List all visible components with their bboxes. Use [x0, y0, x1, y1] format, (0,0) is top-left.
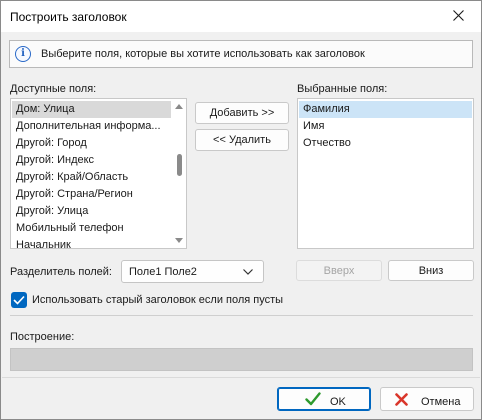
scroll-thumb[interactable] [177, 154, 182, 176]
info-bar: i Выберите поля, которые вы хотите испол… [9, 40, 473, 68]
list-item[interactable]: Другой: Город [12, 135, 171, 152]
close-icon [453, 10, 464, 21]
build-label: Построение: [10, 331, 75, 343]
selected-fields-list[interactable]: Фамилия Имя Отчество [297, 98, 474, 249]
ok-button[interactable]: OK [277, 387, 371, 411]
available-fields-list[interactable]: Дом: Улица Дополнительная информа... Дру… [10, 98, 187, 249]
available-fields-label: Доступные поля: [10, 83, 97, 95]
list-item[interactable]: Другой: Индекс [12, 152, 171, 169]
chevron-down-icon [243, 269, 253, 275]
divider [10, 315, 473, 316]
list-item[interactable]: Другой: Улица [12, 203, 171, 220]
available-list-scrollbar[interactable] [172, 99, 186, 248]
build-header-dialog: Построить заголовок i Выберите поля, кот… [0, 0, 482, 420]
move-down-button[interactable]: Вниз [388, 260, 474, 281]
use-old-header-checkbox[interactable] [11, 292, 27, 308]
footer-divider [2, 377, 480, 378]
add-button[interactable]: Добавить >> [195, 102, 289, 124]
list-item[interactable]: Мобильный телефон [12, 220, 171, 237]
list-item[interactable]: Дополнительная информа... [12, 118, 171, 135]
use-old-header-label: Использовать старый заголовок если поля … [32, 294, 284, 306]
move-up-button[interactable]: Вверх [296, 260, 382, 281]
cancel-button[interactable]: Отмена [380, 387, 474, 411]
list-item[interactable]: Дом: Улица [12, 101, 171, 118]
title-bar: Построить заголовок [1, 1, 481, 32]
list-item[interactable]: Другой: Страна/Регион [12, 186, 171, 203]
list-item[interactable]: Другой: Край/Область [12, 169, 171, 186]
selected-fields-label: Выбранные поля: [297, 83, 388, 95]
ok-label: OK [330, 396, 346, 408]
separator-value: Поле1 Поле2 [129, 266, 197, 278]
green-check-icon [305, 392, 321, 406]
separator-dropdown[interactable]: Поле1 Поле2 [121, 260, 264, 283]
build-preview-field [10, 348, 473, 371]
remove-button[interactable]: << Удалить [195, 129, 289, 151]
scroll-up-arrow-icon[interactable] [175, 104, 183, 109]
info-text: Выберите поля, которые вы хотите использ… [41, 48, 365, 60]
cancel-label: Отмена [421, 396, 461, 408]
separator-label: Разделитель полей: [10, 266, 112, 278]
info-icon: i [15, 46, 31, 62]
window-title: Построить заголовок [10, 10, 127, 24]
list-item[interactable]: Имя [299, 118, 472, 135]
list-item[interactable]: Фамилия [299, 101, 472, 118]
list-item[interactable]: Начальник [12, 237, 171, 248]
close-button[interactable] [437, 1, 481, 32]
scroll-down-arrow-icon[interactable] [175, 238, 183, 243]
list-item[interactable]: Отчество [299, 135, 472, 152]
red-x-icon [395, 393, 408, 406]
checkmark-icon [13, 295, 25, 305]
